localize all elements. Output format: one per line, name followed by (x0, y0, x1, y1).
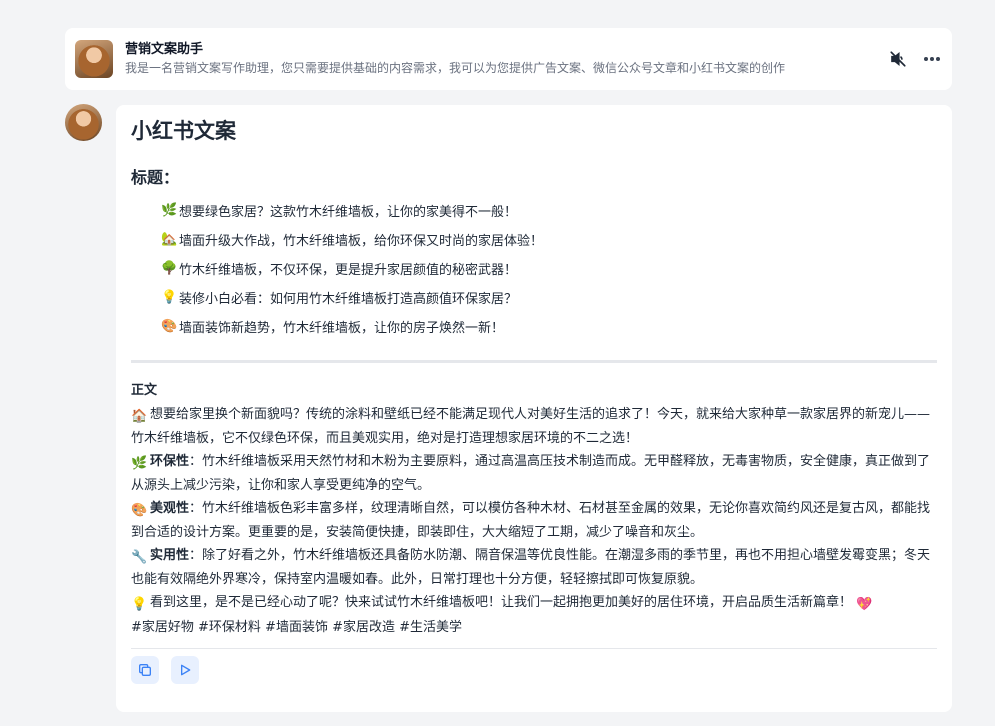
lightbulb-icon: 💡 (161, 290, 178, 305)
play-icon (181, 664, 191, 675)
list-item: 🏡 墙面升级大作战，竹木纤维墙板，给你环保又时尚的家居体验！ (161, 232, 544, 249)
heart-icon: 💖 (856, 597, 873, 612)
leaf-icon: 🌿 (131, 456, 148, 471)
leaf-icon: 🌿 (161, 203, 178, 218)
paragraph-eco: 🌿 环保性：竹木纤维墙板采用天然竹材和木粉为主要原料，通过高温高压技术制造而成。无… (131, 454, 931, 493)
palette-icon: 🎨 (131, 503, 148, 518)
bot-avatar (65, 104, 102, 141)
headline-section-title: 标题： (131, 168, 180, 187)
headline-list: 🌿 想要绿色家居？这款竹木纤维墙板，让你的家美得不一般！ 🏡 墙面升级大作战，竹… (131, 203, 937, 348)
hashtags: #家居好物 #环保材料 #墙面装饰 #家居改造 #生活美学 (131, 619, 462, 635)
assistant-description: 我是一名营销文案写作助理，您只需要提供基础的内容需求，我可以为您提供广告文案、微… (125, 61, 786, 75)
more-horizontal-icon[interactable] (922, 49, 942, 69)
list-item: 🎨 墙面装饰新趋势，竹木纤维墙板，让你的房子焕然一新！ (161, 319, 505, 336)
section-divider (131, 360, 937, 363)
palette-icon: 🎨 (161, 319, 178, 334)
list-item: 🌳 竹木纤维墙板，不仅环保，更是提升家居颜值的秘密武器！ (161, 261, 518, 278)
speaker-muted-icon[interactable] (888, 49, 908, 69)
message-heading: 小红书文案 (131, 119, 236, 143)
footer-divider (131, 647, 937, 649)
tree-icon: 🌳 (161, 261, 178, 276)
house-icon: 🏠 (131, 409, 148, 424)
copy-button[interactable] (131, 655, 159, 684)
body-text: 🏠 想要给家里换个新面貌吗？传统的涂料和壁纸已经不能满足现代人对美好生活的追求了！… (131, 403, 931, 615)
copy-icon (139, 663, 151, 676)
list-item: 🌿 想要绿色家居？这款竹木纤维墙板，让你的家美得不一般！ (161, 203, 518, 220)
assistant-avatar (75, 40, 113, 78)
assistant-header: 营销文案助手 我是一名营销文案写作助理，您只需要提供基础的内容需求，我可以为您提… (65, 28, 952, 90)
play-button[interactable] (171, 655, 199, 684)
paragraph-practical: 🔧 实用性：除了好看之外，竹木纤维墙板还具备防水防潮、隔音保温等优良性能。在潮湿多… (131, 548, 931, 587)
body-section-title: 正文 (131, 383, 158, 398)
wrench-icon: 🔧 (131, 550, 148, 565)
paragraph-aesthetic: 🎨 美观性：竹木纤维墙板色彩丰富多样，纹理清晰自然，可以模仿各种木材、石材甚至金属… (131, 501, 931, 540)
paragraph-closing: 💡 看到这里，是不是已经心动了呢？快来试试竹木纤维墙板吧！让我们一起拥抱更加美好的… (131, 595, 873, 612)
message-card: 小红书文案 标题： 🌿 想要绿色家居？这款竹木纤维墙板，让你的家美得不一般！ 🏡… (116, 105, 952, 712)
list-item: 💡 装修小白必看：如何用竹木纤维墙板打造高颜值环保家居？ (161, 290, 518, 307)
lightbulb-icon: 💡 (131, 597, 148, 612)
chat-page: 营销文案助手 我是一名营销文案写作助理，您只需要提供基础的内容需求，我可以为您提… (0, 0, 995, 726)
paragraph-intro: 🏠 想要给家里换个新面貌吗？传统的涂料和壁纸已经不能满足现代人对美好生活的追求了！… (131, 407, 931, 446)
house-garden-icon: 🏡 (161, 232, 178, 247)
message-actions (131, 655, 937, 684)
assistant-name: 营销文案助手 (125, 42, 204, 57)
